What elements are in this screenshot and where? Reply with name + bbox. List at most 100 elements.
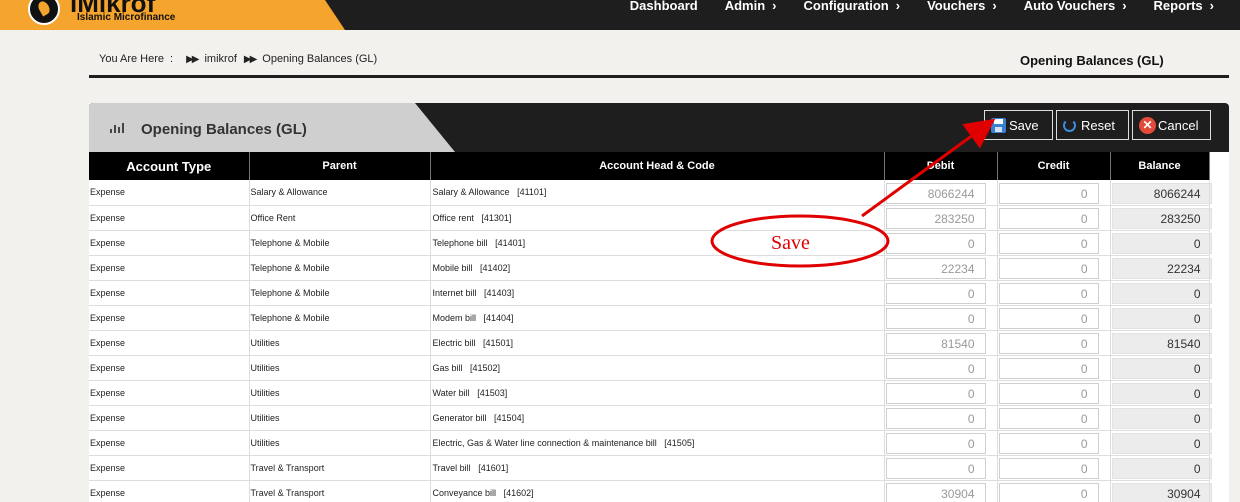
reset-button-label: Reset [1081, 117, 1115, 133]
cell-account-head: Travel bill [41601] [430, 455, 885, 481]
credit-input[interactable]: 0 [998, 308, 1099, 329]
debit-input[interactable]: 0 [885, 433, 986, 454]
debit-input[interactable]: 0 [885, 358, 986, 379]
credit-input[interactable]: 0 [998, 333, 1099, 354]
brand-area[interactable]: iMikrof Islamic Microfinance [0, 0, 345, 30]
credit-input[interactable]: 0 [998, 408, 1099, 429]
credit-input[interactable]: 0 [998, 458, 1099, 479]
debit-input[interactable]: 0 [885, 383, 986, 404]
nav-item-label: Configuration [803, 0, 889, 13]
debit-input[interactable]: 0 [885, 458, 986, 479]
debit-input[interactable]: 81540 [885, 333, 986, 354]
credit-input[interactable]: 0 [998, 233, 1099, 254]
divider [89, 75, 1229, 78]
panel-title: Opening Balances (GL) [141, 121, 307, 138]
column-header-credit: Credit [997, 152, 1111, 180]
cell-parent: Telephone & Mobile [249, 280, 431, 306]
cell-balance: 0 [1110, 305, 1212, 331]
credit-input[interactable]: 0 [998, 208, 1099, 229]
panel-title-tab: Opening Balances (GL) [89, 103, 455, 152]
credit-input[interactable]: 0 [998, 258, 1099, 279]
cell-parent: Salary & Allowance [249, 180, 431, 206]
balance-value: 8066244 [1111, 182, 1212, 204]
credit-input[interactable]: 0 [998, 383, 1099, 404]
chevron-right-icon: › [1122, 0, 1127, 13]
nav-item-dashboard[interactable]: Dashboard [630, 0, 698, 14]
nav-item-reports[interactable]: Reports › [1154, 0, 1214, 14]
cell-balance: 81540 [1110, 330, 1212, 356]
main-menu: Dashboard Admin › Configuration › Vouchers › Au… [603, 0, 1214, 14]
cell-debit: 0 [884, 355, 998, 381]
cell-account-head: Modem bill [41404] [430, 305, 885, 331]
cell-debit: 0 [884, 305, 998, 331]
debit-input[interactable]: 283250 [885, 208, 986, 229]
cancel-button-label: Cancel [1158, 117, 1199, 133]
debit-input[interactable]: 22234 [885, 258, 986, 279]
table-row: Expense Salary & Allowance Salary & Allowa… [89, 180, 1212, 206]
column-header-account-head: Account Head & Code [430, 152, 885, 180]
cell-parent: Travel & Transport [249, 455, 431, 481]
debit-input[interactable]: 0 [885, 308, 986, 329]
breadcrumb-item-current: Opening Balances (GL) [262, 53, 378, 65]
cell-account-head: Mobile bill [41402] [430, 255, 885, 281]
reset-button[interactable]: Reset [1056, 110, 1129, 140]
cell-account-head: Gas bill [41502] [430, 355, 885, 381]
nav-item-label: Admin [724, 0, 766, 13]
cell-account-type: Expense [89, 455, 250, 481]
cell-credit: 0 [997, 305, 1111, 331]
floppy-disk-icon [991, 117, 1006, 133]
cell-account-type: Expense [89, 355, 250, 381]
table-row: Expense Utilities Electric, Gas & Water li… [89, 430, 1212, 456]
nav-item-configuration[interactable]: Configuration › [804, 0, 901, 14]
cell-balance: 0 [1110, 230, 1212, 256]
column-header-debit: Debit [884, 152, 998, 180]
debit-input[interactable]: 8066244 [885, 182, 986, 204]
balance-value: 0 [1111, 433, 1212, 454]
cell-credit: 0 [997, 330, 1111, 356]
cell-account-head: Water bill [41503] [430, 380, 885, 406]
credit-input[interactable]: 0 [998, 483, 1099, 502]
cell-debit: 0 [884, 455, 998, 481]
cell-debit: 0 [884, 280, 998, 306]
cell-account-head: Telephone bill [41401] [430, 230, 885, 256]
cell-credit: 0 [997, 405, 1111, 431]
debit-input[interactable]: 0 [885, 283, 986, 304]
cell-debit: 0 [884, 380, 998, 406]
opening-balances-table: Account Type Parent Account Head & Code … [89, 152, 1212, 502]
credit-input[interactable]: 0 [998, 283, 1099, 304]
credit-input[interactable]: 0 [998, 182, 1099, 204]
nav-item-auto-vouchers[interactable]: Auto Vouchers › [1024, 0, 1127, 14]
panel-header: Opening Balances (GL) Save Reset ✕ Cance… [89, 103, 1229, 152]
credit-input[interactable]: 0 [998, 358, 1099, 379]
nav-item-label: Reports [1153, 0, 1203, 13]
debit-input[interactable]: 30904 [885, 483, 986, 502]
balance-value: 22234 [1111, 258, 1212, 279]
cell-parent: Telephone & Mobile [249, 255, 431, 281]
cell-debit: 30904 [884, 480, 998, 502]
bar-chart-icon [110, 123, 124, 133]
top-navigation-bar: iMikrof Islamic Microfinance Dashboard Ad… [0, 0, 1240, 30]
breadcrumb-colon: : [170, 53, 174, 65]
save-button-label: Save [1009, 117, 1039, 133]
credit-input[interactable]: 0 [998, 433, 1099, 454]
cell-parent: Telephone & Mobile [249, 230, 431, 256]
double-arrow-icon: ▶▶ [186, 53, 199, 65]
breadcrumb-item-imikrof[interactable]: imikrof [204, 53, 236, 65]
annotation-label: Save [771, 232, 810, 254]
cell-balance: 0 [1110, 455, 1212, 481]
cell-account-type: Expense [89, 180, 250, 206]
debit-input[interactable]: 0 [885, 233, 986, 254]
chevron-right-icon: › [1209, 0, 1214, 13]
brand-tagline: Islamic Microfinance [77, 12, 176, 23]
debit-input[interactable]: 0 [885, 408, 986, 429]
cell-account-type: Expense [89, 205, 250, 231]
cell-account-type: Expense [89, 305, 250, 331]
cancel-button[interactable]: ✕ Cancel [1132, 110, 1211, 140]
save-button[interactable]: Save [984, 110, 1053, 140]
cell-debit: 283250 [884, 205, 998, 231]
column-header-balance: Balance [1110, 152, 1210, 180]
breadcrumb-prefix: You Are Here [99, 53, 165, 65]
table-row: Expense Telephone & Mobile Internet bill [… [89, 280, 1212, 306]
nav-item-admin[interactable]: Admin › [725, 0, 777, 14]
nav-item-vouchers[interactable]: Vouchers › [927, 0, 997, 14]
